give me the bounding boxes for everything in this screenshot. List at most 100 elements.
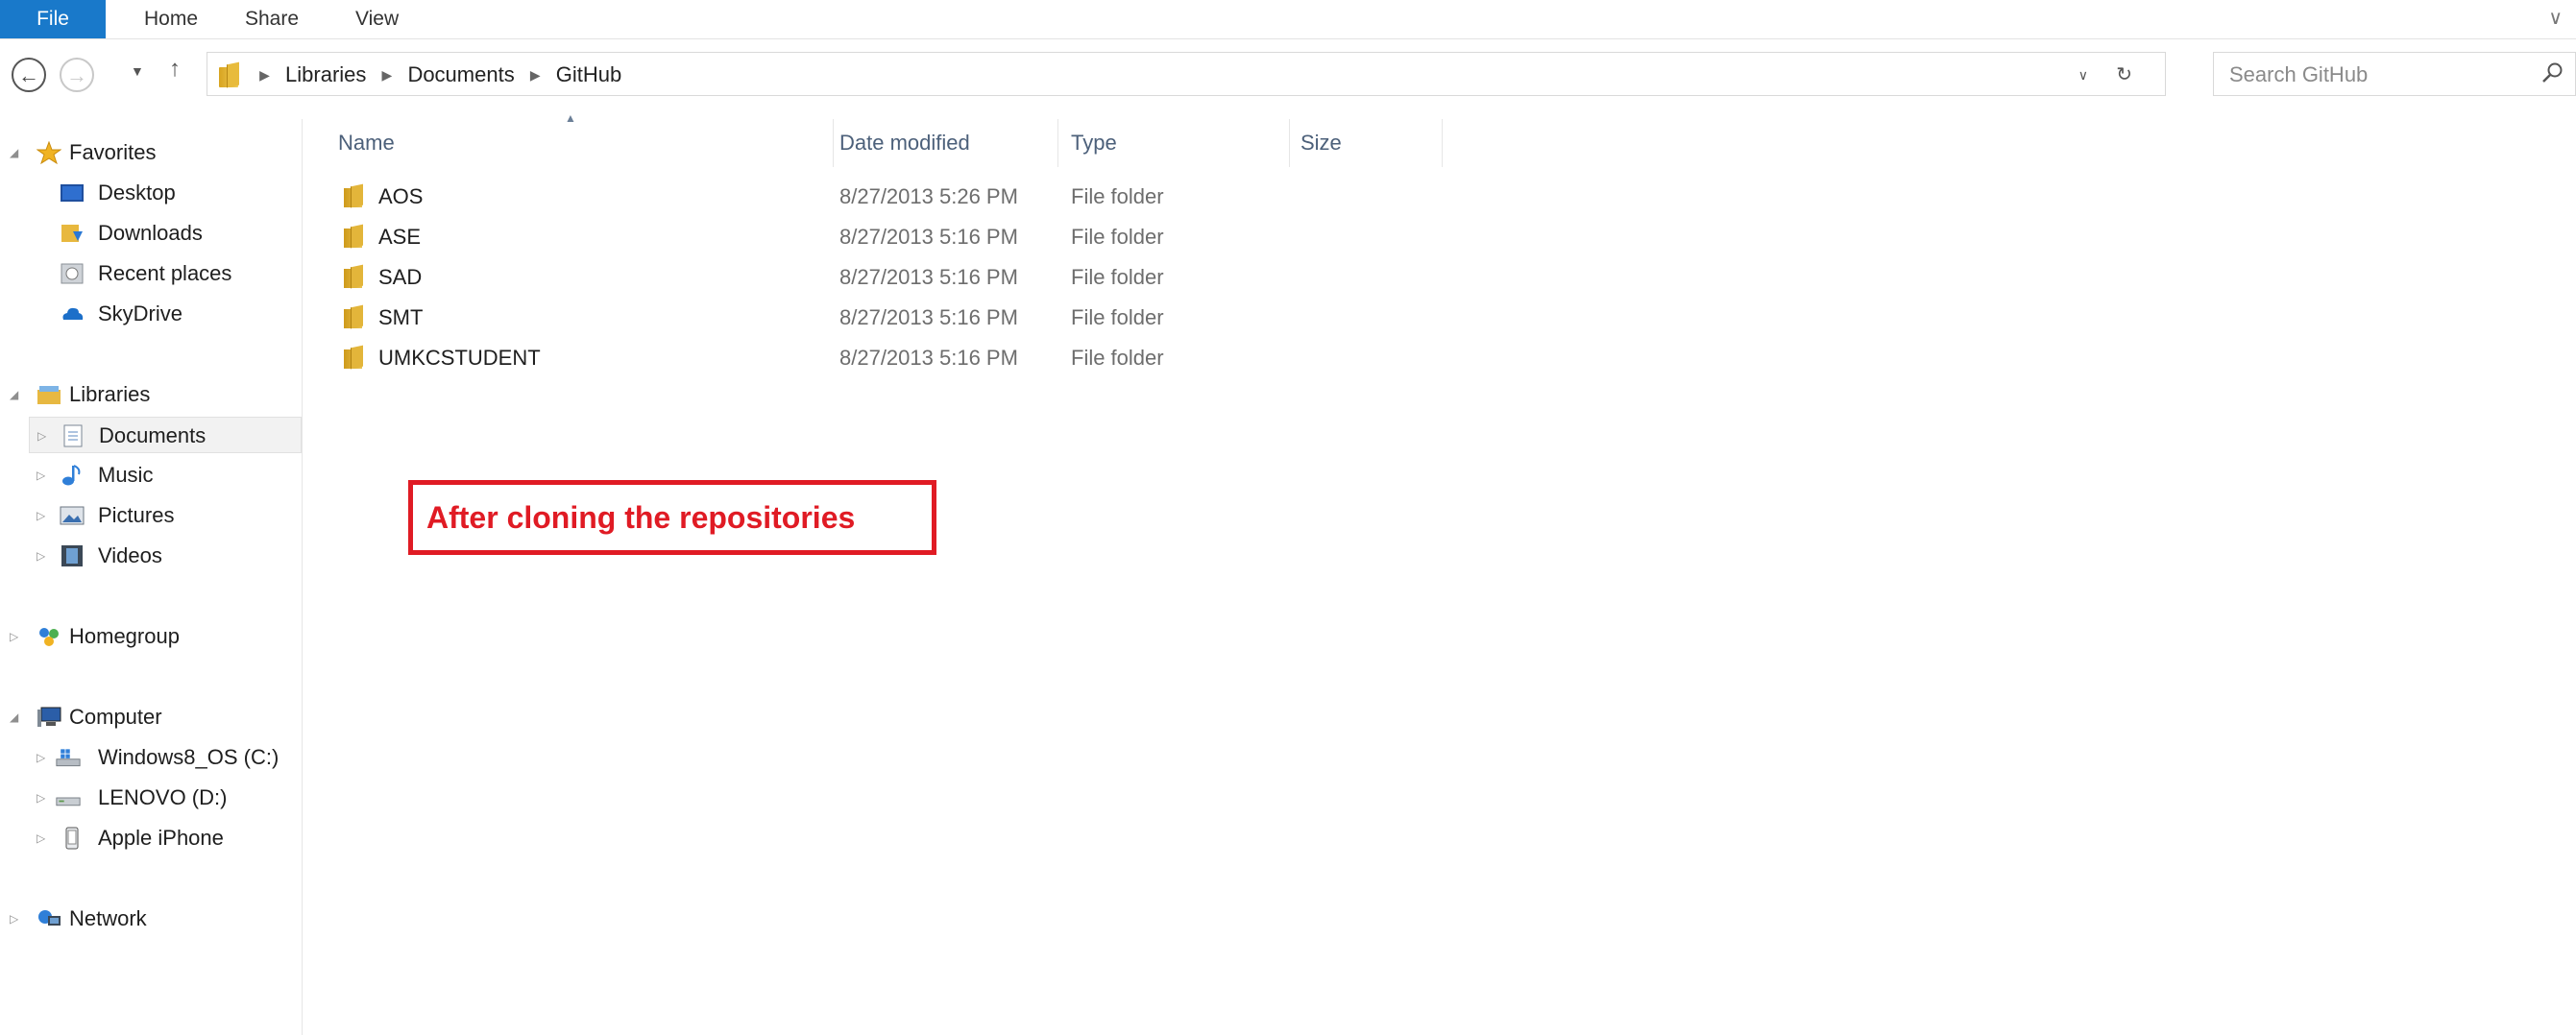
sidebar-item-documents[interactable]: ▷ Documents — [29, 417, 302, 453]
file-date: 8/27/2013 5:16 PM — [839, 346, 1018, 370]
sidebar-label: Recent places — [98, 261, 232, 285]
file-name: ASE — [378, 225, 422, 249]
collapsed-arrow-icon[interactable]: ▷ — [36, 739, 45, 776]
file-name: SAD — [378, 265, 423, 289]
sidebar-item-desktop[interactable]: Desktop — [0, 175, 302, 211]
music-icon — [62, 465, 81, 486]
sidebar-label: Downloads — [98, 221, 203, 245]
folder-icon — [344, 347, 365, 370]
sidebar-item-downloads[interactable]: Downloads — [0, 215, 302, 252]
sidebar-item-skydrive[interactable]: SkyDrive — [0, 296, 302, 332]
sidebar-item-computer[interactable]: ◢ Computer — [0, 699, 302, 735]
collapsed-arrow-icon[interactable]: ▷ — [10, 901, 18, 937]
breadcrumb-documents[interactable]: Documents — [407, 62, 514, 86]
documents-icon — [63, 424, 83, 447]
sidebar-item-favorites[interactable]: ◢ Favorites — [0, 134, 302, 171]
sidebar-label: Computer — [69, 705, 162, 729]
collapsed-arrow-icon[interactable]: ▷ — [36, 457, 45, 493]
column-header-size[interactable]: Size — [1289, 119, 1443, 167]
file-row-umkcstudent[interactable]: UMKCSTUDENT 8/27/2013 5:16 PM File folde… — [327, 338, 1441, 378]
sort-ascending-icon: ▲ — [565, 111, 576, 125]
tab-share[interactable]: Share — [245, 0, 299, 38]
sidebar-item-videos[interactable]: ▷ Videos — [0, 538, 302, 574]
address-bar[interactable]: ▶ Libraries ▶ Documents ▶ GitHub ∨ ↻ — [207, 52, 2166, 96]
sidebar-item-music[interactable]: ▷ Music — [0, 457, 302, 493]
breadcrumb-github[interactable]: GitHub — [556, 62, 621, 86]
file-date: 8/27/2013 5:26 PM — [839, 184, 1018, 208]
file-type: File folder — [1071, 225, 1164, 249]
sidebar-item-apple-iphone[interactable]: ▷ Apple iPhone — [0, 820, 302, 856]
file-type: File folder — [1071, 346, 1164, 370]
column-header-type[interactable]: Type — [1059, 119, 1290, 167]
search-input[interactable] — [2227, 53, 2519, 97]
collapsed-arrow-icon[interactable]: ▷ — [36, 497, 45, 534]
back-button[interactable]: ← — [12, 58, 46, 92]
sidebar-label: Network — [69, 906, 147, 930]
expanded-arrow-icon[interactable]: ◢ — [10, 134, 18, 171]
ribbon: File Home Share View ∨ — [0, 0, 2576, 39]
column-header-name[interactable]: Name — [327, 119, 834, 167]
recent-locations-icon[interactable]: ▼ — [131, 63, 144, 79]
expand-ribbon-icon[interactable]: ∨ — [2548, 6, 2563, 30]
sidebar-item-pictures[interactable]: ▷ Pictures — [0, 497, 302, 534]
chevron-right-icon[interactable]: ▶ — [530, 67, 541, 83]
sidebar-item-network[interactable]: ▷ Network — [0, 901, 302, 937]
collapsed-arrow-icon[interactable]: ▷ — [36, 538, 45, 574]
phone-icon — [65, 827, 79, 850]
pictures-icon — [60, 506, 85, 525]
folder-icon — [219, 63, 240, 88]
refresh-icon[interactable]: ↻ — [2116, 53, 2132, 97]
sidebar-label: SkyDrive — [98, 301, 183, 325]
videos-icon — [61, 545, 83, 566]
folder-icon — [344, 306, 365, 329]
sidebar-item-lenovo[interactable]: ▷ LENOVO (D:) — [0, 780, 302, 816]
collapsed-arrow-icon[interactable]: ▷ — [36, 820, 45, 856]
file-row-ase[interactable]: ASE 8/27/2013 5:16 PM File folder — [327, 217, 1441, 257]
sidebar-label: Libraries — [69, 382, 151, 406]
sidebar-label: Apple iPhone — [98, 826, 224, 850]
forward-button[interactable]: → — [60, 58, 94, 92]
address-history-icon[interactable]: ∨ — [2078, 53, 2088, 97]
expanded-arrow-icon[interactable]: ◢ — [10, 376, 18, 413]
sidebar-item-windows8-os[interactable]: ▷ Windows8_OS (C:) — [0, 739, 302, 776]
file-type: File folder — [1071, 184, 1164, 208]
chevron-right-icon[interactable]: ▶ — [259, 67, 270, 83]
tab-view[interactable]: View — [355, 0, 399, 38]
file-row-sad[interactable]: SAD 8/27/2013 5:16 PM File folder — [327, 257, 1441, 298]
chevron-right-icon[interactable]: ▶ — [382, 67, 393, 83]
expanded-arrow-icon[interactable]: ◢ — [10, 699, 18, 735]
file-row-smt[interactable]: SMT 8/27/2013 5:16 PM File folder — [327, 298, 1441, 338]
file-type: File folder — [1071, 305, 1164, 329]
annotation-callout: After cloning the repositories — [408, 480, 936, 555]
downloads-icon — [61, 225, 83, 242]
search-icon[interactable] — [2540, 60, 2565, 85]
sidebar-item-recent-places[interactable]: Recent places — [0, 255, 302, 292]
tab-home[interactable]: Home — [144, 0, 198, 38]
sidebar-item-homegroup[interactable]: ▷ Homegroup — [0, 618, 302, 655]
star-icon — [36, 141, 61, 164]
collapsed-arrow-icon[interactable]: ▷ — [36, 780, 45, 816]
tab-file[interactable]: File — [0, 0, 106, 38]
search-box[interactable] — [2213, 52, 2576, 97]
collapsed-arrow-icon[interactable]: ▷ — [37, 418, 46, 454]
up-button[interactable]: ↑ — [169, 56, 181, 83]
file-row-aos[interactable]: AOS 8/27/2013 5:26 PM File folder — [327, 177, 1441, 217]
navigation-bar: ← → ▼ ↑ ▶ Libraries ▶ Documents ▶ GitHub… — [0, 46, 2576, 106]
sidebar-label: Desktop — [98, 181, 176, 205]
collapsed-arrow-icon[interactable]: ▷ — [10, 618, 18, 655]
folder-icon — [344, 266, 365, 289]
breadcrumb: ▶ Libraries ▶ Documents ▶ GitHub — [219, 53, 621, 97]
sidebar-item-libraries[interactable]: ◢ Libraries — [0, 376, 302, 413]
desktop-icon — [61, 184, 84, 202]
sidebar-label: Favorites — [69, 140, 157, 164]
folder-icon — [344, 185, 365, 208]
sidebar-label: Pictures — [98, 503, 175, 527]
homegroup-icon — [39, 628, 59, 646]
recent-places-icon — [61, 263, 84, 284]
system-drive-icon — [56, 749, 81, 767]
column-header-date-modified[interactable]: Date modified — [828, 119, 1058, 167]
file-date: 8/27/2013 5:16 PM — [839, 225, 1018, 249]
breadcrumb-libraries[interactable]: Libraries — [285, 62, 366, 86]
file-name: AOS — [378, 184, 424, 208]
file-name: UMKCSTUDENT — [378, 346, 541, 370]
